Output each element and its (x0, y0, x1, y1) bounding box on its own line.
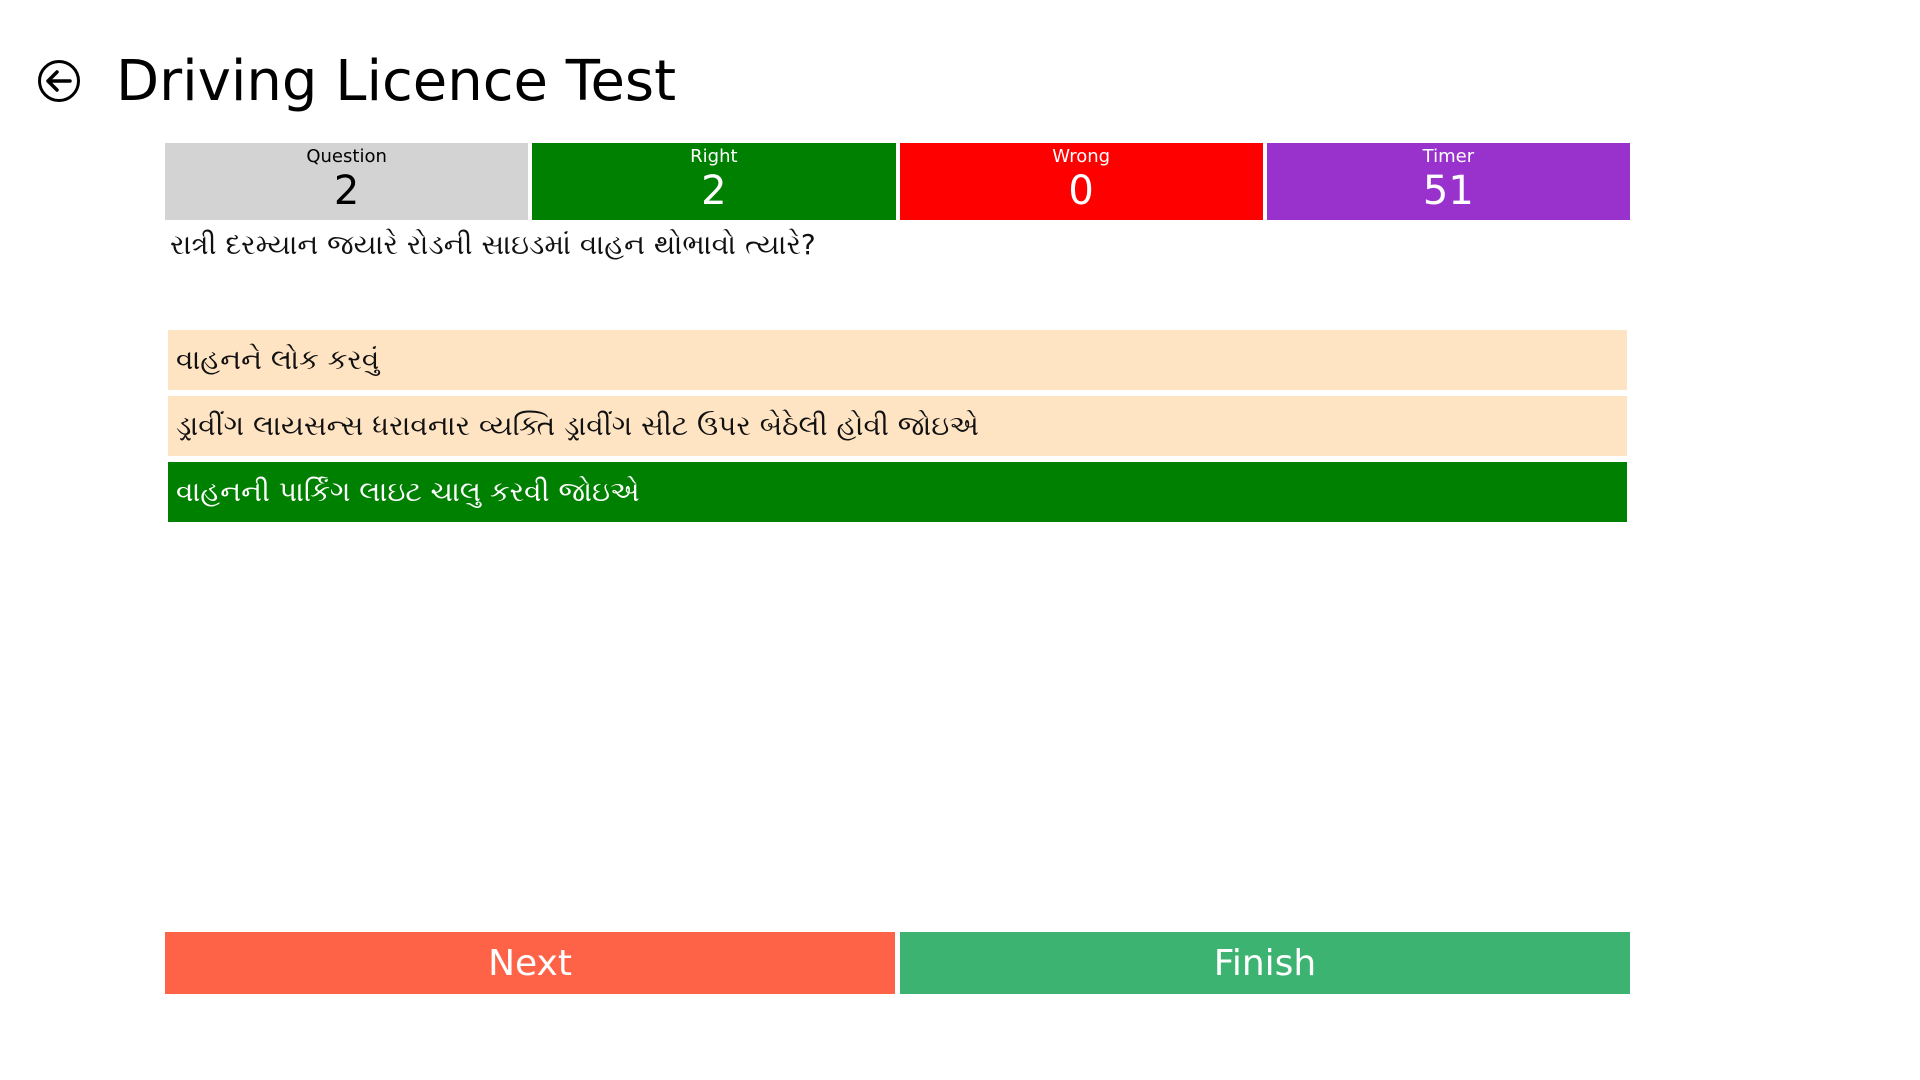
quiz-page: Driving Licence Test Question 2 Right 2 … (0, 0, 1920, 1080)
answer-option-1[interactable]: વાહનને લોક કરવું (168, 330, 1627, 390)
question-counter-value: 2 (333, 168, 360, 214)
finish-button[interactable]: Finish (900, 932, 1630, 994)
right-counter-label: Right (690, 146, 738, 167)
next-button[interactable]: Next (165, 932, 895, 994)
timer-label: Timer (1422, 146, 1475, 167)
right-counter-tile: Right 2 (532, 143, 896, 220)
wrong-counter-tile: Wrong 0 (899, 143, 1263, 220)
answer-options: વાહનને લોક કરવું ડ્રાવીંગ લાયસન્સ ધરાવના… (168, 330, 1627, 522)
question-text: રાત્રી દરમ્યાન જયારે રોડની સાઇડમાં વાહન … (170, 228, 816, 261)
question-counter-tile: Question 2 (165, 143, 529, 220)
arrow-left-icon (46, 70, 72, 92)
answer-option-3[interactable]: વાહનની પાર્કિંગ લાઇટ ચાલુ કરવી જોઇએ (168, 462, 1627, 522)
score-bar: Question 2 Right 2 Wrong 0 Timer 51 (165, 143, 1630, 220)
page-title: Driving Licence Test (116, 49, 677, 114)
wrong-counter-label: Wrong (1052, 146, 1111, 167)
back-button[interactable] (38, 60, 80, 102)
right-counter-value: 2 (701, 168, 727, 214)
answer-option-2[interactable]: ડ્રાવીંગ લાયસન્સ ધરાવનાર વ્યક્તિ ડ્રાવીં… (168, 396, 1627, 456)
action-bar: Next Finish (165, 932, 1630, 994)
question-counter-label: Question (306, 146, 387, 167)
timer-value: 51 (1422, 168, 1474, 214)
wrong-counter-value: 0 (1068, 168, 1094, 214)
timer-tile: Timer 51 (1266, 143, 1630, 220)
